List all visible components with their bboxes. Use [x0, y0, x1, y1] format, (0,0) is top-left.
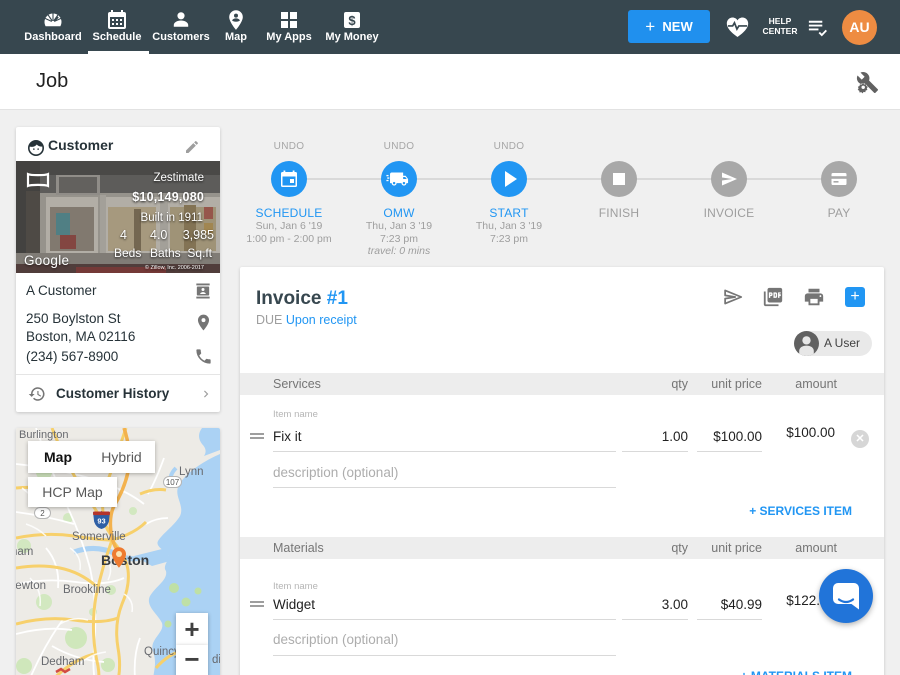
svg-text:$: $ — [348, 13, 356, 28]
svg-text:93: 93 — [97, 517, 105, 526]
